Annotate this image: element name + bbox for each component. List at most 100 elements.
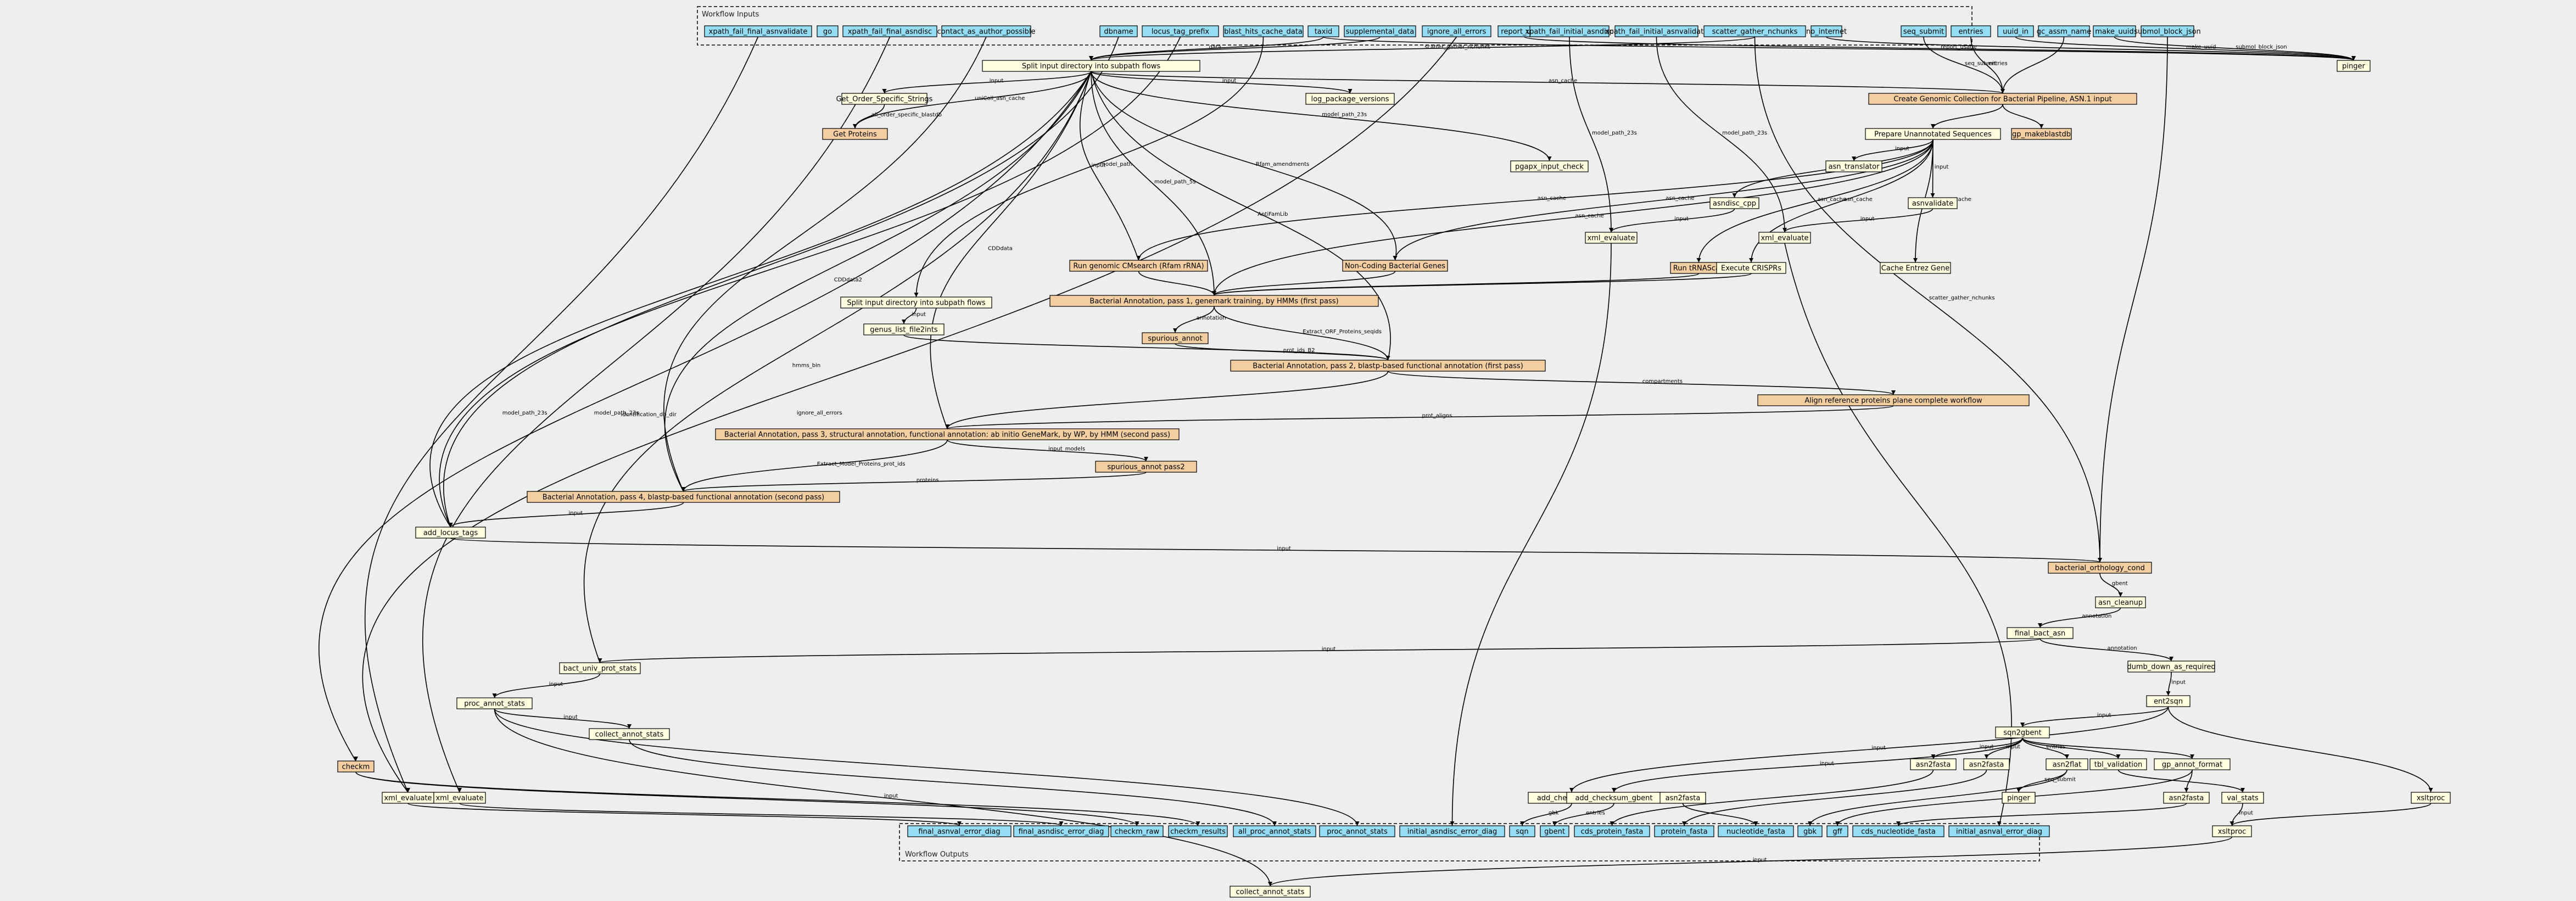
edge-label: input bbox=[1322, 646, 1336, 652]
input-xpath-fail-final-asndisc[interactable]: xpath_fail_final_asndisc bbox=[842, 25, 937, 37]
output-proc-annot-stats[interactable]: proc_annot_stats bbox=[1319, 825, 1395, 837]
input-ignore-all-errors[interactable]: ignore_all_errors bbox=[1422, 25, 1491, 37]
input-locus-tag-prefix[interactable]: locus_tag_prefix bbox=[1142, 25, 1219, 37]
edge-label: uniColl_asn_cache bbox=[975, 96, 1025, 102]
output-cds-protein-fasta[interactable]: cds_protein_fasta bbox=[1574, 825, 1650, 837]
step-pass3[interactable]: Bacterial Annotation, pass 3, structural… bbox=[715, 428, 1180, 440]
input-taxid[interactable]: taxid bbox=[1307, 25, 1339, 37]
input-contact-as-author-possible[interactable]: contact_as_author_possible bbox=[937, 25, 1036, 37]
step-gp-annot-fmt[interactable]: gp_annot_format bbox=[2154, 758, 2231, 770]
step-genus-list[interactable]: genus_list_file2ints bbox=[863, 323, 945, 335]
input-make-uuid[interactable]: make_uuid bbox=[2093, 25, 2136, 37]
step-asn2fasta-c[interactable]: asn2fasta bbox=[1659, 792, 1706, 804]
output-final-asndisc-error-diag[interactable]: final_asndisc_error_diag bbox=[1013, 825, 1109, 837]
output-initial-asnval-error-diag[interactable]: initial_asnval_error_diag bbox=[1948, 825, 2050, 837]
input-scatter-gather-nchunks[interactable]: scatter_gather_nchunks bbox=[1703, 25, 1806, 37]
step-bact-univ[interactable]: bact_univ_prot_stats bbox=[559, 662, 641, 674]
step-asndisc-cpp[interactable]: asndisc_cpp bbox=[1709, 197, 1759, 209]
step-pgapx-input[interactable]: pgapx_input_check bbox=[1510, 160, 1589, 172]
step-asn-translator[interactable]: asn_translator bbox=[1825, 160, 1882, 172]
step-exec-crispr[interactable]: Execute CRISPRs bbox=[1716, 262, 1786, 274]
step-spurious2[interactable]: spurious_annot pass2 bbox=[1095, 461, 1197, 473]
input-make-uuid-label: make_uuid bbox=[2095, 28, 2134, 36]
output-checkm-results[interactable]: checkm_results bbox=[1168, 825, 1228, 837]
step-cache-entrez[interactable]: Cache Entrez Gene bbox=[1880, 262, 1951, 274]
step-spurious1[interactable]: spurious_annot bbox=[1142, 332, 1209, 344]
step-get-proteins[interactable]: Get Proteins bbox=[822, 128, 888, 140]
input-uuid-in[interactable]: uuid_in bbox=[1997, 25, 2034, 37]
input-entries[interactable]: entries bbox=[1951, 25, 1991, 37]
step-xml-eval4-label: xml_evaluate bbox=[435, 794, 483, 803]
step-asn2fasta-b[interactable]: asn2fasta bbox=[1963, 758, 2010, 770]
input-xpath-fail-initial-asnvalidate[interactable]: xpath_fail_initial_asnvalidate bbox=[1605, 25, 1708, 37]
step-gp-makeblastdb[interactable]: gp_makeblastdb bbox=[2011, 128, 2072, 140]
input-seq-submit[interactable]: seq_submit bbox=[1901, 25, 1947, 37]
input-xpath-fail-initial-asndisc[interactable]: xpath_fail_initial_asndisc bbox=[1525, 25, 1614, 37]
input-submol-block-json[interactable]: submol_block_json bbox=[2134, 25, 2201, 37]
step-asn2fasta-d[interactable]: asn2fasta bbox=[2163, 792, 2210, 804]
step-proc-annot[interactable]: proc_annot_stats bbox=[456, 697, 533, 709]
input-gc-assm-name[interactable]: gc_assm_name bbox=[2037, 25, 2091, 37]
step-split2[interactable]: Split input directory into subpath flows bbox=[840, 296, 992, 309]
step-align-ref-label: Align reference proteins plane complete … bbox=[1804, 397, 1982, 405]
step-align-ref[interactable]: Align reference proteins plane complete … bbox=[1757, 394, 2030, 406]
input-supplemental-data[interactable]: supplemental_data bbox=[1344, 25, 1416, 37]
output-nucleotide-fasta[interactable]: nucleotide_fasta bbox=[1718, 825, 1794, 837]
step-collect2-label: collect_annot_stats bbox=[1236, 888, 1305, 897]
step-run-cmsearch[interactable]: Run genomic CMsearch (Rfam rRNA) bbox=[1069, 260, 1208, 272]
step-asn2flat[interactable]: asn2flat bbox=[2046, 758, 2088, 770]
step-collect1[interactable]: collect_annot_stats bbox=[589, 728, 670, 740]
output-checkm-raw[interactable]: checkm_raw bbox=[1110, 825, 1164, 837]
step-xsltproc-b[interactable]: xsltproc bbox=[2212, 825, 2252, 837]
step-add-ck-gbent[interactable]: add_checksum_gbent bbox=[1566, 792, 1662, 804]
step-xsltproc-a-label: xsltproc bbox=[2417, 794, 2445, 803]
output-protein-fasta[interactable]: protein_fasta bbox=[1654, 825, 1714, 837]
step-split1[interactable]: Split input directory into subpath flows bbox=[982, 60, 1200, 72]
step-create-genomic[interactable]: Create Genomic Collection for Bacterial … bbox=[1868, 93, 2137, 105]
step-asnvalidate[interactable]: asnvalidate bbox=[1908, 197, 1958, 209]
step-pinger-bot[interactable]: pinger bbox=[2002, 792, 2036, 804]
step-bact-univ-label: bact_univ_prot_stats bbox=[563, 665, 637, 673]
output-gbent[interactable]: gbent bbox=[1540, 825, 1569, 837]
step-xml-eval2[interactable]: xml_evaluate bbox=[1758, 232, 1811, 244]
step-final-bact[interactable]: final_bact_asn bbox=[2007, 627, 2074, 639]
edge-label: scatter_gather_nchunks bbox=[1929, 295, 1995, 301]
output-cds-nucleotide-fasta[interactable]: cds_nucleotide_fasta bbox=[1852, 825, 1944, 837]
step-noncoding[interactable]: Non-Coding Bacterial Genes bbox=[1342, 260, 1448, 272]
input-no-internet[interactable]: no_internet bbox=[1806, 25, 1847, 37]
step-xml-eval4[interactable]: xml_evaluate bbox=[433, 792, 486, 804]
output-initial-asndisc-error-diag-label: initial_asndisc_error_diag bbox=[1407, 828, 1497, 836]
output-final-asnval-error-diag[interactable]: final_asnval_error_diag bbox=[907, 825, 1012, 837]
step-asn2fasta-a[interactable]: asn2fasta bbox=[1910, 758, 1957, 770]
step-get-order[interactable]: Get_Order_Specific_Strings bbox=[836, 93, 933, 105]
step-pass2[interactable]: Bacterial Annotation, pass 2, blastp-bas… bbox=[1230, 360, 1546, 372]
step-sqn2gbent[interactable]: sqn2gbent bbox=[1995, 726, 2050, 738]
step-pass4[interactable]: Bacterial Annotation, pass 4, blastp-bas… bbox=[527, 491, 840, 503]
step-ent2sqn[interactable]: ent2sqn bbox=[2146, 695, 2191, 707]
step-dumb-down[interactable]: dumb_down_as_required bbox=[2127, 661, 2216, 673]
input-dbname[interactable]: dbname bbox=[1099, 25, 1138, 37]
step-orthology[interactable]: bacterial_orthology_cond bbox=[2048, 562, 2152, 574]
input-go[interactable]: go bbox=[817, 25, 839, 37]
step-pinger-top[interactable]: pinger bbox=[2337, 60, 2371, 72]
step-xml-eval3[interactable]: xml_evaluate bbox=[382, 792, 434, 804]
input-xpath-fail-final-asnvalidate[interactable]: xpath_fail_final_asnvalidate bbox=[704, 25, 812, 37]
step-asn-cleanup[interactable]: asn_cleanup bbox=[2095, 596, 2146, 608]
output-all-proc-annot-stats[interactable]: all_proc_annot_stats bbox=[1233, 825, 1316, 837]
step-collect2[interactable]: collect_annot_stats bbox=[1230, 886, 1311, 898]
output-initial-asndisc-error-diag[interactable]: initial_asndisc_error_diag bbox=[1399, 825, 1505, 837]
output-gbk[interactable]: gbk bbox=[1797, 825, 1823, 837]
step-checkm[interactable]: checkm bbox=[337, 760, 375, 773]
output-gff[interactable]: gff bbox=[1826, 825, 1848, 837]
input-blast-hits-cache-data[interactable]: blast_hits_cache_data bbox=[1223, 25, 1304, 37]
step-prepare-unann[interactable]: Prepare Unannotated Sequences bbox=[1865, 128, 2001, 140]
step-log-pkg[interactable]: log_package_versions bbox=[1305, 93, 1395, 105]
edge-label: input bbox=[1980, 744, 1994, 750]
step-pass1[interactable]: Bacterial Annotation, pass 1, genemark t… bbox=[1049, 295, 1379, 307]
step-val-stats[interactable]: val_stats bbox=[2221, 792, 2264, 804]
step-xsltproc-a[interactable]: xsltproc bbox=[2411, 792, 2451, 804]
output-sqn[interactable]: sqn bbox=[1509, 825, 1535, 837]
step-add-locus[interactable]: add_locus_tags bbox=[415, 527, 486, 539]
step-xml-eval1[interactable]: xml_evaluate bbox=[1585, 232, 1638, 244]
step-tbl-valid[interactable]: tbl_validation bbox=[2089, 758, 2147, 770]
